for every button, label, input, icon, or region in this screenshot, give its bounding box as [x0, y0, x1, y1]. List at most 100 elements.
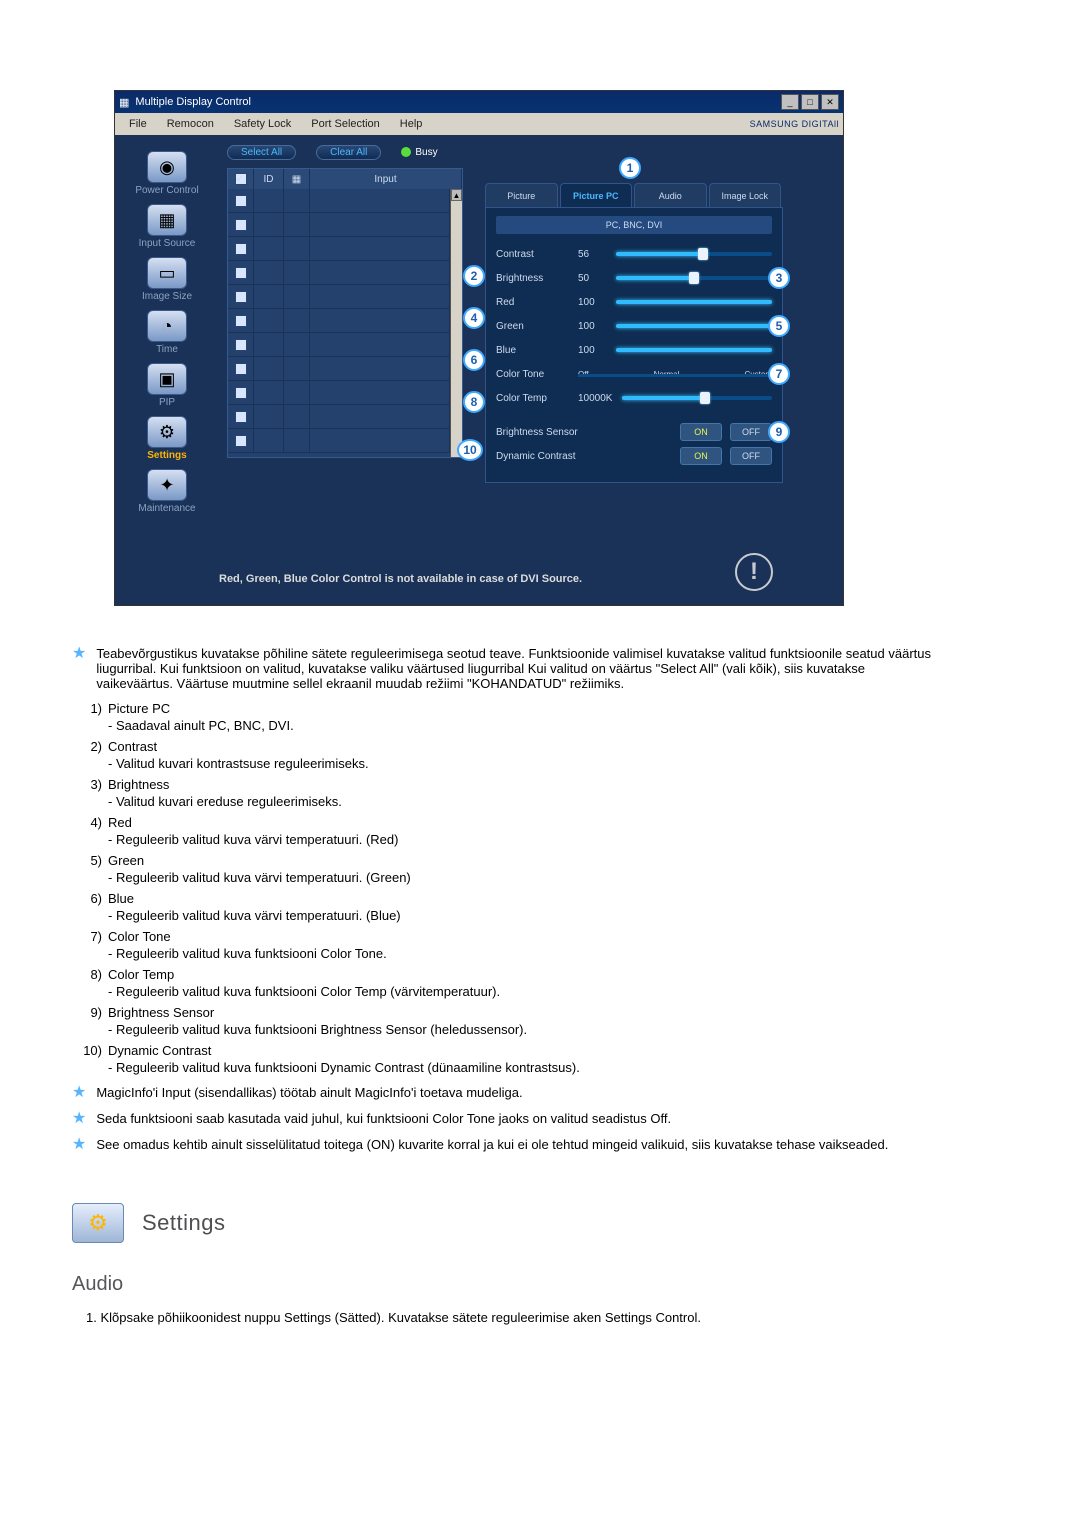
row-checkbox[interactable]: [235, 411, 247, 423]
list-item: 1)Picture PCSaadaval ainult PC, BNC, DVI…: [72, 701, 932, 733]
menubar: File Remocon Safety Lock Port Selection …: [115, 113, 843, 135]
row-checkbox[interactable]: [235, 195, 247, 207]
table-row[interactable]: [228, 213, 450, 237]
row-checkbox[interactable]: [235, 339, 247, 351]
list-item: 3)BrightnessValitud kuvari ereduse regul…: [72, 777, 932, 809]
table-row[interactable]: [228, 237, 450, 261]
list-body: ▲: [228, 189, 462, 457]
tab-picture[interactable]: Picture: [485, 183, 558, 207]
row-checkbox[interactable]: [235, 435, 247, 447]
maximize-button[interactable]: □: [801, 94, 819, 110]
row-checkbox[interactable]: [235, 315, 247, 327]
nav-power-control[interactable]: ◉ Power Control: [115, 151, 219, 196]
numbered-list: 1)Picture PCSaadaval ainult PC, BNC, DVI…: [72, 701, 932, 1075]
list-item: 2)ContrastValitud kuvari kontrastsuse re…: [72, 739, 932, 771]
color-temp-slider[interactable]: [622, 396, 772, 400]
nav-maintenance[interactable]: ✦ Maintenance: [115, 469, 219, 514]
callout-1: 1: [619, 157, 641, 179]
nav-pip[interactable]: ▣ PIP: [115, 363, 219, 408]
titlebar: ▦ Multiple Display Control _ □ ✕: [115, 91, 843, 113]
brightness-slider[interactable]: [616, 276, 772, 280]
settings-icon: ⚙: [147, 416, 187, 448]
nav-settings[interactable]: ⚙ Settings: [115, 416, 219, 461]
row-checkbox[interactable]: [235, 291, 247, 303]
table-row[interactable]: [228, 357, 450, 381]
row-color-tone: Color Tone Off Normal Custom 7: [496, 362, 772, 386]
col-signal[interactable]: ▦: [284, 169, 310, 189]
tab-picture-pc[interactable]: Picture PC: [560, 183, 633, 207]
power-icon: ◉: [147, 151, 187, 183]
blue-slider[interactable]: [616, 348, 772, 352]
brightness-sensor-on[interactable]: ON: [680, 423, 722, 441]
section-title: Settings: [142, 1210, 226, 1236]
row-checkbox[interactable]: [235, 267, 247, 279]
select-all-button[interactable]: Select All: [227, 145, 296, 160]
row-checkbox[interactable]: [235, 363, 247, 375]
row-green: Green 100 5: [496, 314, 772, 338]
table-row[interactable]: [228, 381, 450, 405]
table-row[interactable]: [228, 189, 450, 213]
menu-safety-lock[interactable]: Safety Lock: [224, 118, 301, 130]
table-row[interactable]: [228, 429, 450, 453]
star-icon: ★: [72, 1085, 86, 1101]
star-note: ★ See omadus kehtib ainult sisselülitatu…: [72, 1137, 932, 1153]
minimize-button[interactable]: _: [781, 94, 799, 110]
tab-audio[interactable]: Audio: [634, 183, 707, 207]
star-icon: ★: [72, 646, 86, 691]
settings-section-icon: ⚙: [72, 1203, 124, 1243]
intro-note: ★ Teabevõrgustikus kuvatakse põhiline sä…: [72, 646, 932, 691]
menu-port-selection[interactable]: Port Selection: [301, 118, 389, 130]
doc-body: ★ Teabevõrgustikus kuvatakse põhiline sä…: [72, 646, 932, 1325]
row-checkbox[interactable]: [235, 219, 247, 231]
input-source-icon: ▦: [147, 204, 187, 236]
menu-file[interactable]: File: [119, 118, 157, 130]
dynamic-contrast-off[interactable]: OFF: [730, 447, 772, 465]
table-row[interactable]: [228, 405, 450, 429]
nav-image-size[interactable]: ▭ Image Size: [115, 257, 219, 302]
table-row[interactable]: [228, 333, 450, 357]
list-item: 7)Color ToneReguleerib valitud kuva funk…: [72, 929, 932, 961]
list-item: 10)Dynamic ContrastReguleerib valitud ku…: [72, 1043, 932, 1075]
green-slider[interactable]: [616, 324, 772, 328]
toolbar: Select All Clear All Busy: [227, 145, 471, 160]
left-nav: ◉ Power Control ▦ Input Source ▭ Image S…: [115, 135, 219, 605]
scrollbar[interactable]: ▲: [450, 189, 462, 457]
image-size-icon: ▭: [147, 257, 187, 289]
step-1: 1. Klõpsake põhiikoonidest nuppu Setting…: [86, 1310, 932, 1325]
nav-time[interactable]: ◔ Time: [115, 310, 219, 355]
col-id[interactable]: ID: [254, 169, 284, 189]
menu-remocon[interactable]: Remocon: [157, 118, 224, 130]
brightness-sensor-off[interactable]: OFF: [730, 423, 772, 441]
list-item: 4)RedReguleerib valitud kuva värvi tempe…: [72, 815, 932, 847]
row-checkbox[interactable]: [235, 387, 247, 399]
list-item: 5)GreenReguleerib valitud kuva värvi tem…: [72, 853, 932, 885]
time-icon: ◔: [147, 310, 187, 342]
col-checkbox[interactable]: ✓: [228, 169, 254, 189]
callout-7: 7: [768, 363, 790, 385]
col-input[interactable]: Input: [310, 169, 462, 189]
row-checkbox[interactable]: [235, 243, 247, 255]
nav-input-source[interactable]: ▦ Input Source: [115, 204, 219, 249]
color-tone-slider[interactable]: Off Normal Custom: [578, 370, 772, 379]
contrast-slider[interactable]: [616, 252, 772, 256]
source-bar: PC, BNC, DVI: [496, 216, 772, 234]
dynamic-contrast-on[interactable]: ON: [680, 447, 722, 465]
main-column: Select All Clear All Busy ✓ ID ▦ Input ▲: [219, 135, 479, 605]
row-brightness: Brightness 50 3: [496, 266, 772, 290]
scroll-up-icon[interactable]: ▲: [451, 189, 462, 201]
menu-help[interactable]: Help: [390, 118, 433, 130]
sub-title: Audio: [72, 1273, 932, 1296]
app-body: ◉ Power Control ▦ Input Source ▭ Image S…: [115, 135, 843, 605]
close-button[interactable]: ✕: [821, 94, 839, 110]
pip-icon: ▣: [147, 363, 187, 395]
table-row[interactable]: [228, 285, 450, 309]
table-row[interactable]: [228, 261, 450, 285]
tab-image-lock[interactable]: Image Lock: [709, 183, 782, 207]
callout-5: 5: [768, 315, 790, 337]
list-item: 8)Color TempReguleerib valitud kuva funk…: [72, 967, 932, 999]
app-icon: ▦: [119, 96, 129, 109]
window-title: Multiple Display Control: [135, 96, 779, 108]
red-slider[interactable]: [616, 300, 772, 304]
table-row[interactable]: [228, 309, 450, 333]
clear-all-button[interactable]: Clear All: [316, 145, 381, 160]
